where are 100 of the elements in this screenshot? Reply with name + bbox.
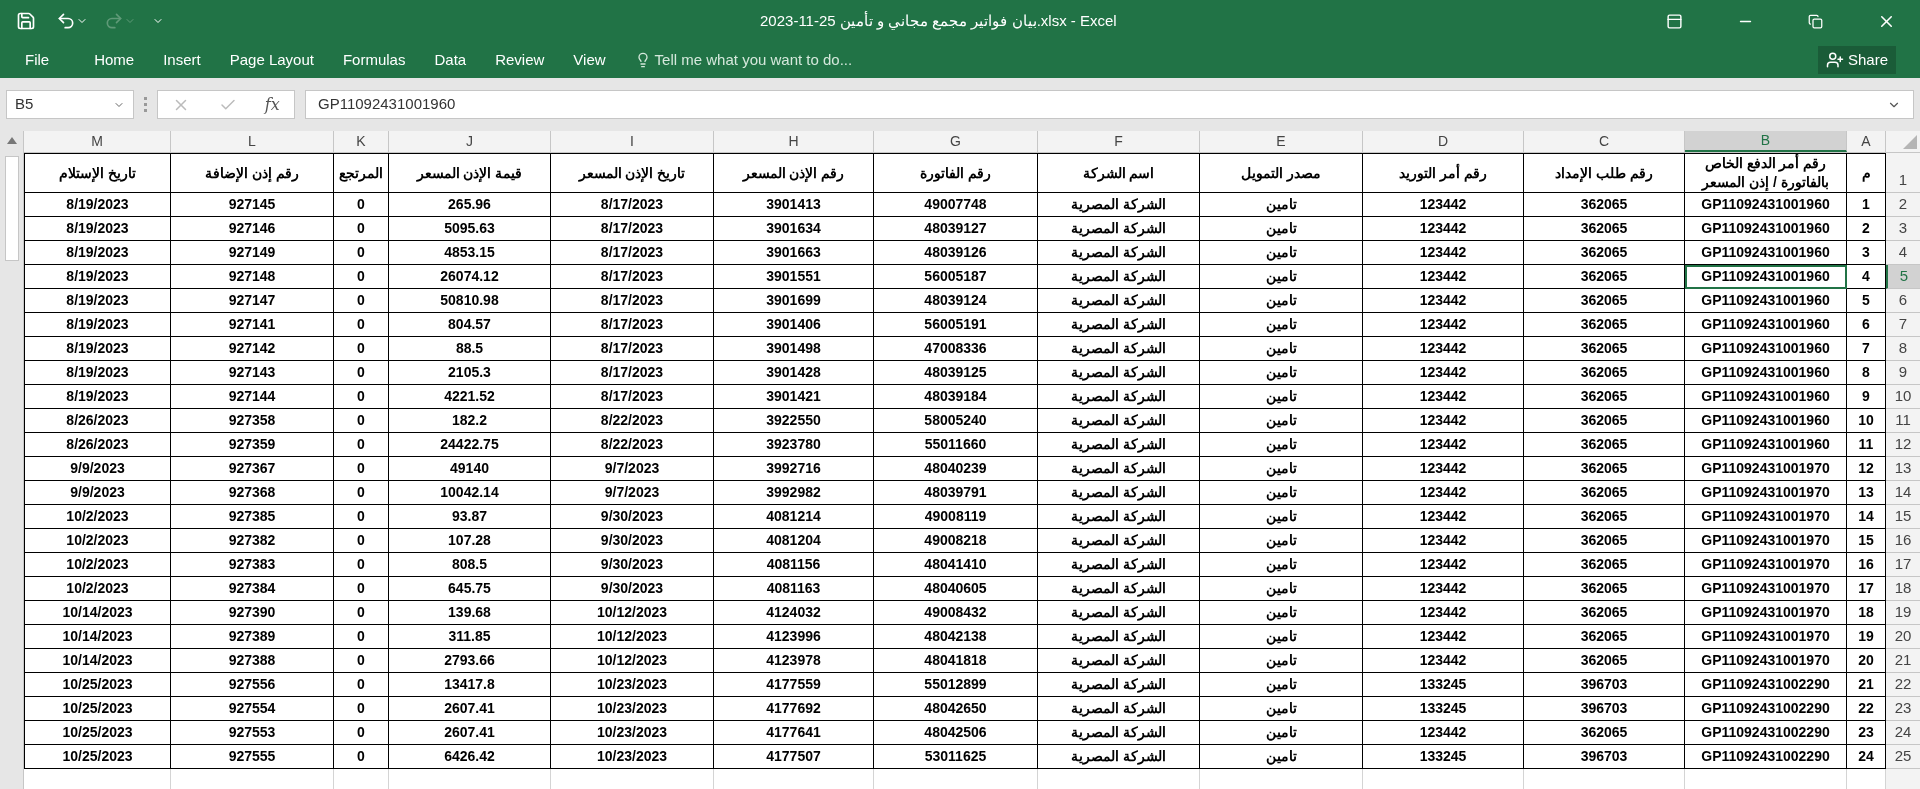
- row-header[interactable]: 2: [1886, 193, 1920, 217]
- share-button[interactable]: Share: [1817, 45, 1896, 75]
- insert-function-button[interactable]: fx: [264, 92, 280, 117]
- row-header[interactable]: 17: [1886, 553, 1920, 577]
- table-cell: الشركة المصرية: [1038, 409, 1200, 433]
- row-header[interactable]: 12: [1886, 433, 1920, 457]
- row-header[interactable]: 13: [1886, 457, 1920, 481]
- row-header[interactable]: 24: [1886, 721, 1920, 745]
- column-header[interactable]: I: [551, 131, 714, 152]
- column-heading: تاريخ الإستلام: [24, 153, 171, 193]
- table-cell: 3901421: [714, 385, 874, 409]
- ribbon-tab[interactable]: Page Layout: [229, 48, 314, 72]
- row-header[interactable]: 4: [1886, 241, 1920, 265]
- scroll-up-icon[interactable]: [6, 137, 17, 144]
- ribbon-display-icon[interactable]: [1666, 12, 1683, 30]
- table-cell: 927384: [171, 577, 334, 601]
- table-cell: GP11092431001970: [1685, 481, 1847, 505]
- table-cell: تامين: [1200, 289, 1363, 313]
- table-cell: GP11092431001960: [1685, 385, 1847, 409]
- restore-icon[interactable]: [1808, 13, 1823, 29]
- column-header[interactable]: F: [1038, 131, 1200, 152]
- save-icon[interactable]: [16, 11, 36, 31]
- table-cell: 0: [334, 265, 389, 289]
- table-cell: تامين: [1200, 481, 1363, 505]
- table-cell: 56005187: [874, 265, 1038, 289]
- table-cell: تامين: [1200, 361, 1363, 385]
- column-header[interactable]: L: [171, 131, 334, 152]
- column-header[interactable]: K: [334, 131, 389, 152]
- tell-me-field[interactable]: Tell me what you want to do...: [634, 48, 853, 72]
- table-cell: 123442: [1363, 337, 1524, 361]
- column-header[interactable]: H: [714, 131, 874, 152]
- row-header[interactable]: 10: [1886, 385, 1920, 409]
- name-box[interactable]: B5: [6, 90, 134, 119]
- row-header[interactable]: 25: [1886, 745, 1920, 769]
- column-header[interactable]: G: [874, 131, 1038, 152]
- ribbon-tab[interactable]: File: [25, 48, 50, 72]
- row-header[interactable]: 14: [1886, 481, 1920, 505]
- column-header[interactable]: E: [1200, 131, 1363, 152]
- table-cell: 48042506: [874, 721, 1038, 745]
- row-header[interactable]: 6: [1886, 289, 1920, 313]
- table-cell: 10042.14: [389, 481, 551, 505]
- scrollbar-thumb[interactable]: [4, 156, 19, 261]
- table-cell: تامين: [1200, 553, 1363, 577]
- row-header[interactable]: 11: [1886, 409, 1920, 433]
- row-header[interactable]: 21: [1886, 649, 1920, 673]
- ribbon-tab[interactable]: Data: [434, 48, 467, 72]
- table-cell: 362065: [1524, 361, 1685, 385]
- table-cell: 0: [334, 697, 389, 721]
- row-header[interactable]: 16: [1886, 529, 1920, 553]
- ribbon-tab[interactable]: Formulas: [342, 48, 406, 72]
- row-header[interactable]: 18: [1886, 577, 1920, 601]
- row-header[interactable]: 20: [1886, 625, 1920, 649]
- table-cell: 123442: [1363, 553, 1524, 577]
- table-cell: 5095.63: [389, 217, 551, 241]
- column-header[interactable]: M: [24, 131, 171, 152]
- table-cell: 8/17/2023: [551, 313, 714, 337]
- row-header[interactable]: 7: [1886, 313, 1920, 337]
- row-header[interactable]: 19: [1886, 601, 1920, 625]
- column-header[interactable]: A: [1847, 131, 1886, 152]
- table-cell: 3901663: [714, 241, 874, 265]
- table-cell: الشركة المصرية: [1038, 577, 1200, 601]
- table-cell: الشركة المصرية: [1038, 601, 1200, 625]
- row-header[interactable]: 8: [1886, 337, 1920, 361]
- column-header[interactable]: D: [1363, 131, 1524, 152]
- undo-icon[interactable]: [56, 11, 76, 31]
- table-cell: 362065: [1524, 265, 1685, 289]
- row-header[interactable]: 1: [1886, 153, 1920, 193]
- row-header[interactable]: 9: [1886, 361, 1920, 385]
- table-cell: تامين: [1200, 529, 1363, 553]
- ribbon-tab[interactable]: Home: [94, 48, 135, 72]
- column-header[interactable]: B: [1685, 131, 1847, 152]
- row-header[interactable]: 22: [1886, 673, 1920, 697]
- ribbon-tab[interactable]: Insert: [163, 48, 201, 72]
- row-header[interactable]: 5: [1886, 265, 1920, 289]
- formula-input[interactable]: GP11092431001960: [305, 90, 1914, 119]
- table-cell: 8/17/2023: [551, 361, 714, 385]
- table-cell: 123442: [1363, 577, 1524, 601]
- table-cell: 3992716: [714, 457, 874, 481]
- column-header[interactable]: J: [389, 131, 551, 152]
- grip-icon: [144, 97, 147, 112]
- table-cell: تامين: [1200, 697, 1363, 721]
- table-cell: 123442: [1363, 721, 1524, 745]
- row-header[interactable]: 3: [1886, 217, 1920, 241]
- table-cell: 8/26/2023: [24, 409, 171, 433]
- table-cell: الشركة المصرية: [1038, 313, 1200, 337]
- table-cell: 3901498: [714, 337, 874, 361]
- table-cell: 4177559: [714, 673, 874, 697]
- table-cell: 48042650: [874, 697, 1038, 721]
- table-cell: 927146: [171, 217, 334, 241]
- ribbon-tab[interactable]: View: [573, 48, 606, 72]
- table-cell: 48040605: [874, 577, 1038, 601]
- vertical-scrollbar[interactable]: [0, 131, 24, 789]
- row-header[interactable]: 15: [1886, 505, 1920, 529]
- table-cell: 0: [334, 457, 389, 481]
- table-cell: الشركة المصرية: [1038, 361, 1200, 385]
- row-header[interactable]: 23: [1886, 697, 1920, 721]
- ribbon-tab[interactable]: Review: [495, 48, 545, 72]
- table-cell: 2607.41: [389, 697, 551, 721]
- table-cell: GP11092431001960: [1685, 433, 1847, 457]
- table-cell: 927143: [171, 361, 334, 385]
